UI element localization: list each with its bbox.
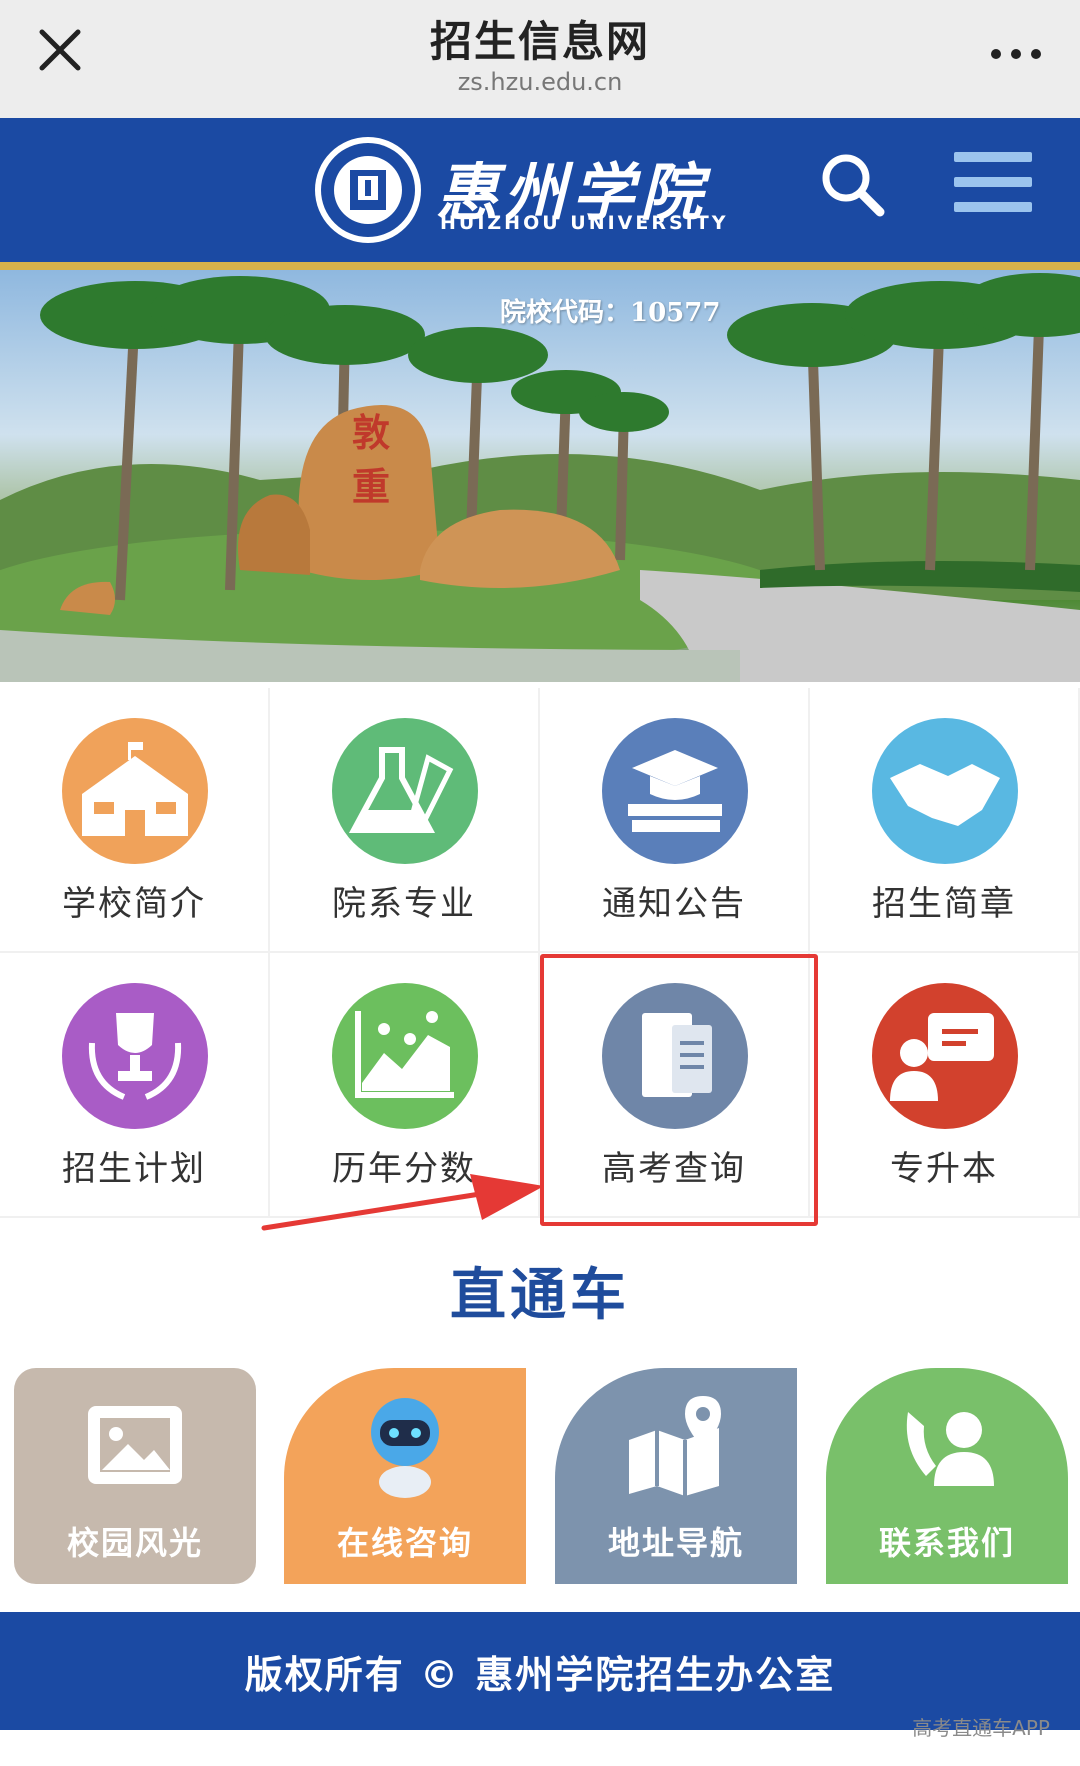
- section-title: 直通车: [450, 1263, 630, 1328]
- brand-name-en: HUIZHOU UNIVERSITY: [440, 212, 729, 234]
- pointer-arrow-icon: [261, 1174, 544, 1231]
- tile-label: 地址导航: [607, 1524, 744, 1562]
- watermark-text: 高考直通车APP: [912, 1716, 1050, 1740]
- menu-item-upgrade-degree[interactable]: 专升本: [810, 953, 1080, 1218]
- tile-contact-us[interactable]: 联系我们: [826, 1368, 1068, 1584]
- picture-frame-icon: [88, 1406, 182, 1484]
- school-code-text: 院校代码：10577: [500, 298, 721, 328]
- more-icon[interactable]: [986, 26, 1046, 82]
- search-icon[interactable]: [818, 150, 888, 220]
- phone-contact-icon: [906, 1412, 994, 1486]
- tile-label: 校园风光: [66, 1524, 203, 1562]
- menu-label: 通知公告: [602, 884, 746, 924]
- rock-inscription-2: 重: [352, 464, 391, 509]
- map-pin-icon: [629, 1396, 721, 1496]
- page-title: 招生信息网: [429, 17, 650, 66]
- menu-item-notices[interactable]: 通知公告: [540, 688, 810, 953]
- campus-banner: 院校代码：10577 敦 重: [0, 270, 1080, 682]
- page-url: zs.hzu.edu.cn: [457, 68, 623, 96]
- school-building-icon: [62, 718, 208, 864]
- browser-top-bar: 招生信息网 zs.hzu.edu.cn: [0, 0, 1080, 118]
- trophy-icon: [62, 983, 208, 1129]
- tile-address-navigation[interactable]: 地址导航: [555, 1368, 797, 1584]
- flask-icon: [332, 718, 478, 864]
- university-logo-icon[interactable]: [312, 134, 424, 246]
- menu-label: 招生简章: [872, 884, 1016, 924]
- menu-item-admission-guide[interactable]: 招生简章: [810, 688, 1080, 953]
- copyright-text: 版权所有 © 惠州学院招生办公室: [244, 1653, 836, 1697]
- tile-campus-scenery[interactable]: 校园风光: [14, 1368, 256, 1584]
- hamburger-menu-icon[interactable]: [954, 152, 1034, 214]
- menu-item-departments[interactable]: 院系专业: [270, 688, 540, 953]
- graduation-cap-books-icon: [602, 718, 748, 864]
- menu-label: 专升本: [890, 1149, 998, 1189]
- header-divider: [0, 262, 1080, 270]
- menu-label: 院系专业: [332, 884, 476, 924]
- menu-label: 学校简介: [62, 884, 206, 924]
- robot-icon: [371, 1398, 439, 1498]
- line-chart-icon: [332, 983, 478, 1129]
- menu-item-admission-plan[interactable]: 招生计划: [0, 953, 270, 1218]
- banner-scenery: [0, 273, 1080, 682]
- tile-label: 在线咨询: [336, 1524, 473, 1562]
- menu-item-school-intro[interactable]: 学校简介: [0, 688, 270, 953]
- handshake-icon: [872, 718, 1018, 864]
- tile-online-consult[interactable]: 在线咨询: [284, 1368, 526, 1584]
- rock-inscription-1: 敦: [352, 410, 391, 455]
- menu-label: 招生计划: [62, 1149, 206, 1189]
- tile-label: 联系我们: [878, 1524, 1015, 1562]
- presenter-icon: [872, 983, 1018, 1129]
- highlight-box: [540, 954, 818, 1226]
